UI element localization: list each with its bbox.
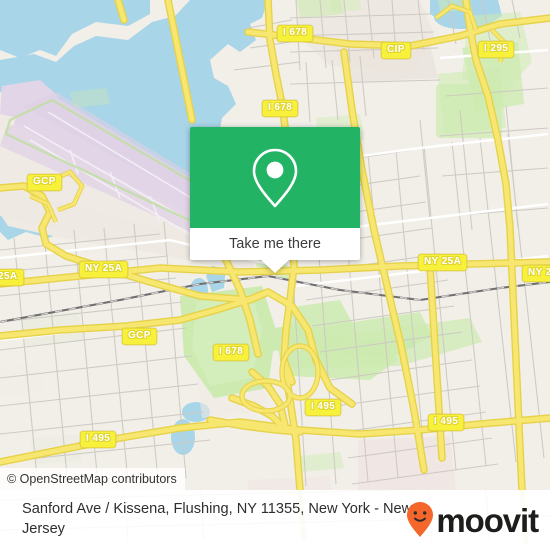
location-caption: Sanford Ave / Kissena, Flushing, NY 1135… (22, 501, 413, 537)
highway-shield: NY 25A (418, 254, 468, 271)
map-pin-icon (252, 148, 298, 207)
caption-bar: Sanford Ave / Kissena, Flushing, NY 1135… (0, 490, 550, 550)
highway-shield: GCP (27, 174, 62, 191)
highway-shield: NY 2 (522, 265, 550, 282)
highway-shield: NY 25A (79, 261, 129, 278)
highway-shield: CIP (381, 42, 411, 59)
highway-shield: I 678 (213, 344, 250, 361)
osm-attribution[interactable]: © OpenStreetMap contributors (0, 468, 185, 490)
popup-header (190, 127, 360, 228)
location-popup-card[interactable]: Take me there (190, 127, 360, 273)
map-screenshot: I 678 CIP I 295 I 678 GCP 25A NY 25A NY … (0, 0, 550, 550)
take-me-there-button[interactable]: Take me there (190, 228, 360, 260)
highway-shield: I 295 (478, 41, 515, 58)
highway-shield: I 678 (277, 25, 314, 42)
popup-pointer-tail (261, 260, 289, 273)
highway-shield: 25A (0, 269, 24, 286)
highway-shield: I 495 (305, 399, 342, 416)
moovit-logo[interactable]: moovit (405, 501, 539, 539)
moovit-wordmark: moovit (436, 501, 539, 539)
take-me-there-label: Take me there (229, 236, 321, 252)
highway-shield: I 678 (262, 100, 299, 117)
moovit-smiley-pin-icon (407, 502, 434, 537)
highway-shield: I 495 (80, 431, 117, 448)
highway-shield: GCP (122, 328, 157, 345)
highway-shield: I 495 (428, 414, 465, 431)
